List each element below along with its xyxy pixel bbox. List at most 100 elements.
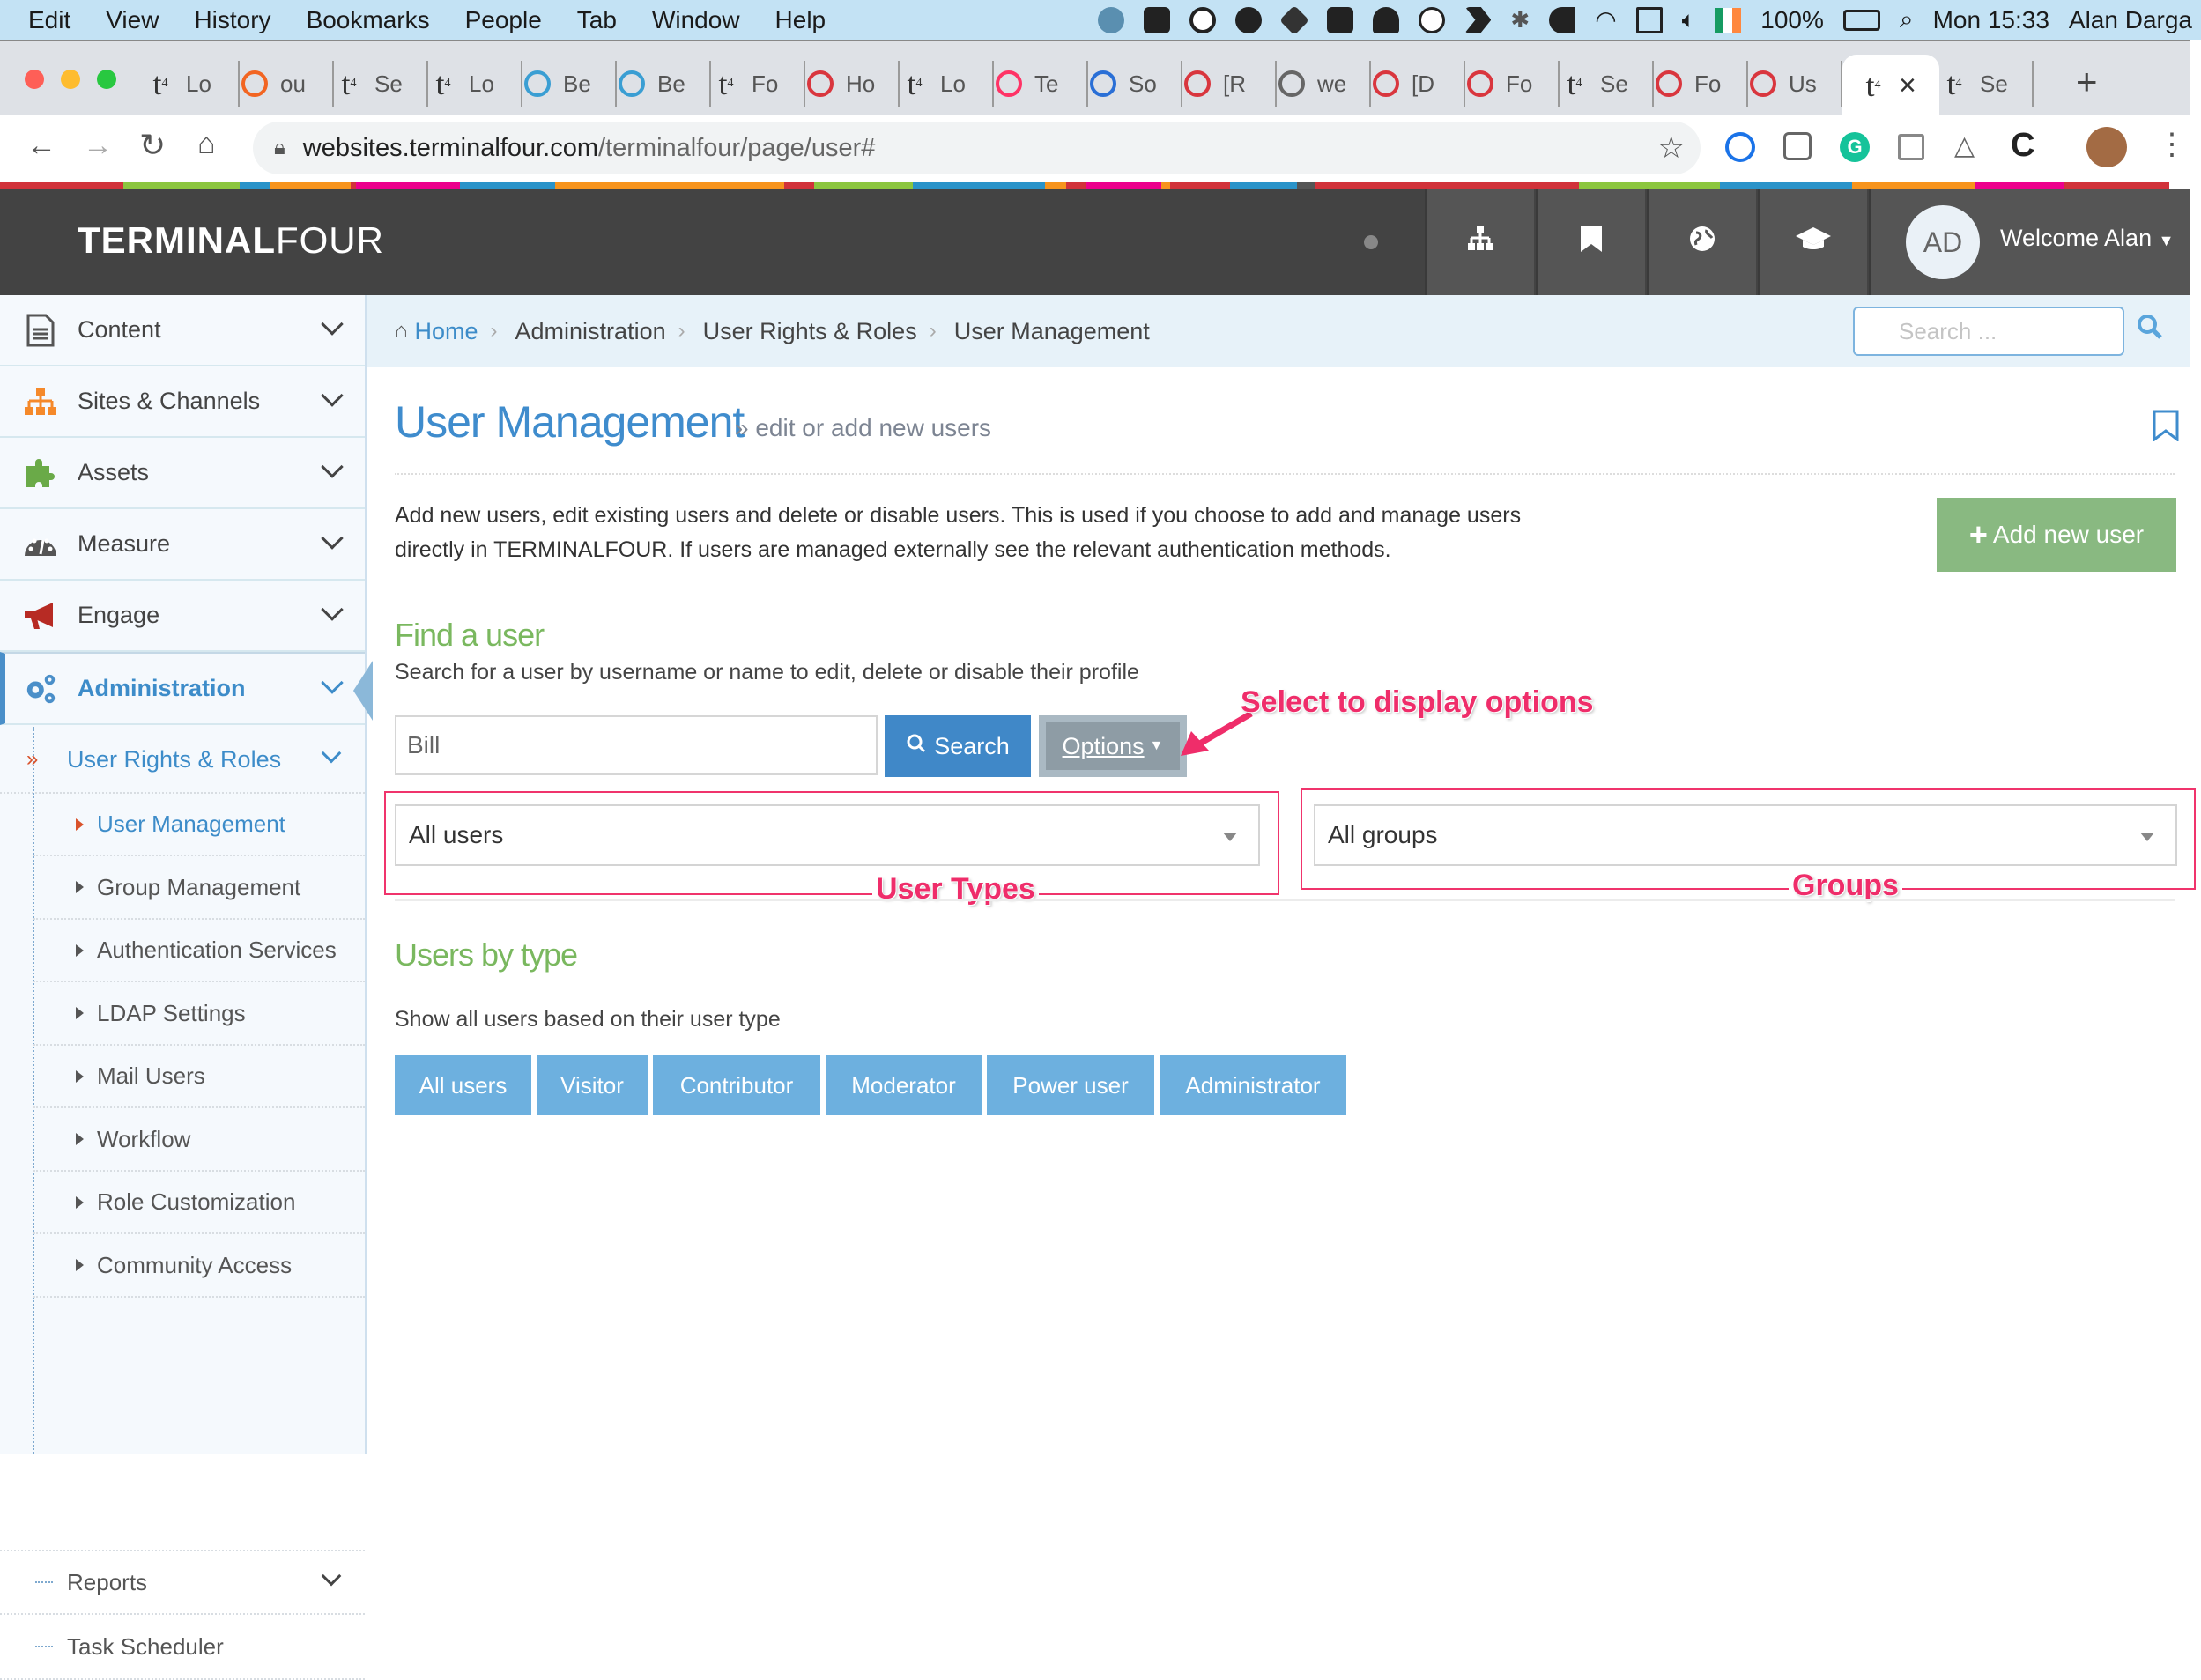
user-type-button-visitor[interactable]: Visitor xyxy=(537,1055,648,1115)
close-tab-icon[interactable]: × xyxy=(1899,69,1916,103)
menu-tab[interactable]: Tab xyxy=(577,6,617,34)
user-type-button-contributor[interactable]: Contributor xyxy=(653,1055,820,1115)
chrome-menu-icon[interactable]: ⋮ xyxy=(2157,127,2187,162)
breadcrumb-home[interactable]: Home xyxy=(415,318,478,345)
user-type-button-moderator[interactable]: Moderator xyxy=(826,1055,982,1115)
sidebar-item-sites-channels[interactable]: Sites & Channels xyxy=(0,366,365,438)
reload-icon[interactable]: ↻ xyxy=(139,127,166,164)
browser-tab-active[interactable]: t 4 × xyxy=(1842,55,1939,116)
home-icon[interactable]: ⌂ xyxy=(197,127,216,161)
menu-window[interactable]: Window xyxy=(652,6,740,34)
sidebar-group-user-rights-roles[interactable]: » User Rights & Roles xyxy=(0,727,365,794)
pocket-extension-icon[interactable] xyxy=(1783,132,1812,160)
browser-tab[interactable]: Fo xyxy=(1465,61,1560,107)
sidebar-subitem-authentication-services[interactable]: Authentication Services xyxy=(33,920,365,982)
grammarly-extension-icon[interactable]: G xyxy=(1840,132,1870,162)
1password-extension-icon[interactable] xyxy=(1725,132,1755,162)
browser-tab[interactable]: t 4 Se xyxy=(1939,61,2034,107)
user-avatar[interactable]: AD xyxy=(1906,205,1980,279)
airplay-icon[interactable] xyxy=(1635,6,1663,33)
sidebar-item-assets[interactable]: Assets xyxy=(0,438,365,509)
tab-extension-icon[interactable] xyxy=(1898,134,1924,160)
url-bar[interactable]: 🔒︎ websites.terminalfour.com/terminalfou… xyxy=(253,122,1701,174)
browser-tab[interactable]: t 4 Lo xyxy=(900,61,994,107)
triangle-extension-icon[interactable]: △ xyxy=(1954,130,1975,161)
browser-tab[interactable]: t 4 Lo xyxy=(428,61,522,107)
creative-cloud-icon[interactable] xyxy=(1235,6,1263,33)
options-button[interactable]: Options ▼ xyxy=(1039,715,1187,777)
menu-bookmarks[interactable]: Bookmarks xyxy=(307,6,430,34)
sidebar-item-engage[interactable]: Engage xyxy=(0,581,365,652)
browser-tab[interactable]: [R xyxy=(1182,61,1277,107)
minimize-window-button[interactable] xyxy=(61,70,80,89)
app-icon[interactable] xyxy=(1549,6,1576,33)
dropbox-icon[interactable] xyxy=(1279,4,1310,35)
profile-avatar[interactable] xyxy=(2086,127,2127,167)
breadcrumb-user-rights-roles[interactable]: User Rights & Roles xyxy=(703,318,917,345)
user-name[interactable]: Alan Darga xyxy=(2069,6,2192,34)
browser-tab[interactable]: t 4 Se xyxy=(1560,61,1654,107)
sidebar-subitem-workflow[interactable]: Workflow xyxy=(33,1109,365,1172)
network-status-icon[interactable] xyxy=(1098,6,1125,33)
maximize-window-button[interactable] xyxy=(97,70,116,89)
sidebar-item-reports[interactable]: Reports xyxy=(0,1550,365,1615)
bookmark-page-icon[interactable] xyxy=(2153,410,2179,446)
sites-globe-button[interactable] xyxy=(1647,189,1756,295)
c-extension-icon[interactable]: C xyxy=(2011,127,2034,165)
new-tab-button[interactable]: + xyxy=(2076,61,2098,103)
welcome-user-menu[interactable]: Welcome Alan ▼ xyxy=(2000,225,2174,252)
sidebar-item-task-scheduler[interactable]: Task Scheduler xyxy=(0,1615,365,1680)
browser-tab[interactable]: Us xyxy=(1748,61,1842,107)
sidebar-subitem-ldap-settings[interactable]: LDAP Settings xyxy=(33,983,365,1046)
menu-history[interactable]: History xyxy=(194,6,270,34)
menu-people[interactable]: People xyxy=(465,6,542,34)
browser-tab[interactable]: So xyxy=(1088,61,1182,107)
sidebar-item-content[interactable]: Content xyxy=(0,295,365,366)
site-structure-button[interactable] xyxy=(1425,189,1534,295)
timer-icon[interactable] xyxy=(1419,6,1446,33)
browser-tab[interactable]: Ho xyxy=(805,61,900,107)
sidebar-subitem-group-management[interactable]: Group Management xyxy=(33,857,365,920)
bookmarks-button[interactable] xyxy=(1536,189,1645,295)
menu-edit[interactable]: Edit xyxy=(28,6,70,34)
learning-button[interactable] xyxy=(1758,189,1867,295)
back-icon[interactable]: ← xyxy=(26,129,56,163)
global-search-input[interactable] xyxy=(1853,307,2124,356)
alfred-icon[interactable] xyxy=(1373,6,1400,33)
wifi-icon[interactable]: ◠ xyxy=(1595,5,1616,34)
browser-tab[interactable]: Fo xyxy=(1654,61,1748,107)
menu-view[interactable]: View xyxy=(106,6,159,34)
forward-icon[interactable]: → xyxy=(83,129,113,163)
volume-icon[interactable]: 🔈︎ xyxy=(1682,6,1696,34)
browser-tab[interactable]: Te xyxy=(994,61,1088,107)
user-search-input[interactable] xyxy=(395,715,878,775)
user-type-button-all-users[interactable]: All users xyxy=(395,1055,531,1115)
browser-tab[interactable]: t 4 Fo xyxy=(711,61,805,107)
forward-app-icon[interactable] xyxy=(1464,6,1492,33)
1password-icon[interactable] xyxy=(1189,6,1217,33)
search-button[interactable]: Search xyxy=(885,715,1031,777)
spotlight-search-icon[interactable]: ⌕ xyxy=(1900,5,1914,34)
browser-tab[interactable]: Be xyxy=(617,61,711,107)
browser-tab[interactable]: we xyxy=(1277,61,1371,107)
sidebar-subitem-mail-users[interactable]: Mail Users xyxy=(33,1046,365,1108)
close-window-button[interactable] xyxy=(25,70,44,89)
browser-tab[interactable]: t 4 Lo xyxy=(145,61,240,107)
browser-tab[interactable]: [D xyxy=(1371,61,1465,107)
user-type-button-power-user[interactable]: Power user xyxy=(987,1055,1154,1115)
group-select[interactable]: All groups xyxy=(1314,804,2177,866)
bookmark-app-icon[interactable] xyxy=(1327,6,1354,33)
user-type-select[interactable]: All users xyxy=(395,804,1260,866)
browser-tab[interactable]: ou xyxy=(240,61,334,107)
evernote-icon[interactable] xyxy=(1144,6,1171,33)
menu-help[interactable]: Help xyxy=(775,6,826,34)
clock[interactable]: Mon 15:33 xyxy=(1933,6,2049,34)
battery-icon[interactable] xyxy=(1842,9,1880,31)
browser-tab[interactable]: Be xyxy=(522,61,617,107)
browser-tab[interactable]: t 4 Se xyxy=(334,61,428,107)
user-type-button-administrator[interactable]: Administrator xyxy=(1160,1055,1346,1115)
breadcrumb-administration[interactable]: Administration xyxy=(515,318,666,345)
bluetooth-icon[interactable]: ✱ xyxy=(1510,6,1530,33)
add-new-user-button[interactable]: + Add new user xyxy=(1937,498,2176,572)
sidebar-subitem-community-access[interactable]: Community Access xyxy=(33,1235,365,1298)
